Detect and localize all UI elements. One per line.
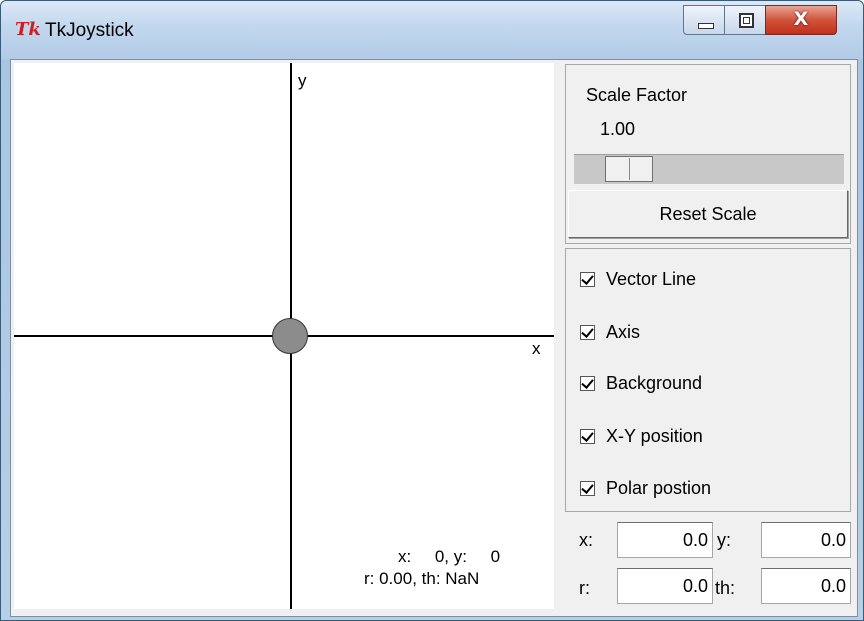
client-area: y x x: 0, y: 0 r: 0.00, th: NaN Scale Fa…	[10, 59, 858, 617]
tk-app-icon: Tk	[15, 19, 41, 40]
joystick-canvas[interactable]: y x x: 0, y: 0 r: 0.00, th: NaN	[14, 63, 554, 609]
y-field-label: y:	[717, 530, 732, 550]
checkbox-label: Background	[606, 373, 703, 393]
joystick-handle[interactable]	[272, 318, 308, 354]
scale-slider-thumb[interactable]	[605, 156, 653, 182]
r-field-label: r:	[579, 578, 590, 598]
polar-position-readout: r: 0.00, th: NaN	[364, 569, 480, 588]
xy-position-readout: x: 0, y: 0	[398, 547, 501, 566]
minimize-button[interactable]	[683, 5, 725, 35]
scale-factor-label: Scale Factor	[586, 85, 688, 105]
checkbox-checked-icon[interactable]	[580, 429, 595, 444]
close-button[interactable]: X	[765, 5, 837, 35]
app-window: Tk TkJoystick X y x x: 0, y: 0 r: 0.00, …	[0, 0, 864, 621]
r-value-field[interactable]: 0.0	[617, 568, 713, 604]
y-value-field[interactable]: 0.0	[761, 522, 851, 558]
checkbox-label: Axis	[606, 322, 641, 342]
y-axis-label: y	[298, 71, 307, 90]
maximize-icon	[739, 13, 754, 28]
scale-factor-value: 1.00	[600, 119, 636, 139]
checkbox-checked-icon[interactable]	[580, 272, 595, 287]
title-bar[interactable]: Tk TkJoystick X	[1, 1, 863, 59]
x-value-field[interactable]: 0.0	[617, 522, 713, 558]
th-field-label: th:	[715, 578, 736, 598]
display-options-panel: Vector Line Axis Background X-Y position…	[565, 248, 851, 512]
scale-slider[interactable]	[574, 154, 844, 184]
checkbox-checked-icon[interactable]	[580, 376, 595, 391]
checkbox-label: X-Y position	[606, 426, 703, 446]
checkbox-label: Polar postion	[606, 478, 712, 498]
x-axis-label: x	[532, 339, 541, 358]
checkbox-label: Vector Line	[606, 269, 697, 289]
window-title: TkJoystick	[45, 20, 134, 41]
th-value-field[interactable]: 0.0	[761, 568, 851, 604]
checkbox-checked-icon[interactable]	[580, 481, 595, 496]
scale-panel: Scale Factor 1.00 Reset Scale	[565, 64, 851, 244]
maximize-button[interactable]	[724, 5, 766, 35]
x-field-label: x:	[579, 530, 594, 550]
reset-scale-button[interactable]: Reset Scale	[568, 190, 848, 238]
minimize-icon	[698, 23, 714, 29]
close-icon: X	[793, 8, 809, 30]
checkbox-checked-icon[interactable]	[580, 325, 595, 340]
